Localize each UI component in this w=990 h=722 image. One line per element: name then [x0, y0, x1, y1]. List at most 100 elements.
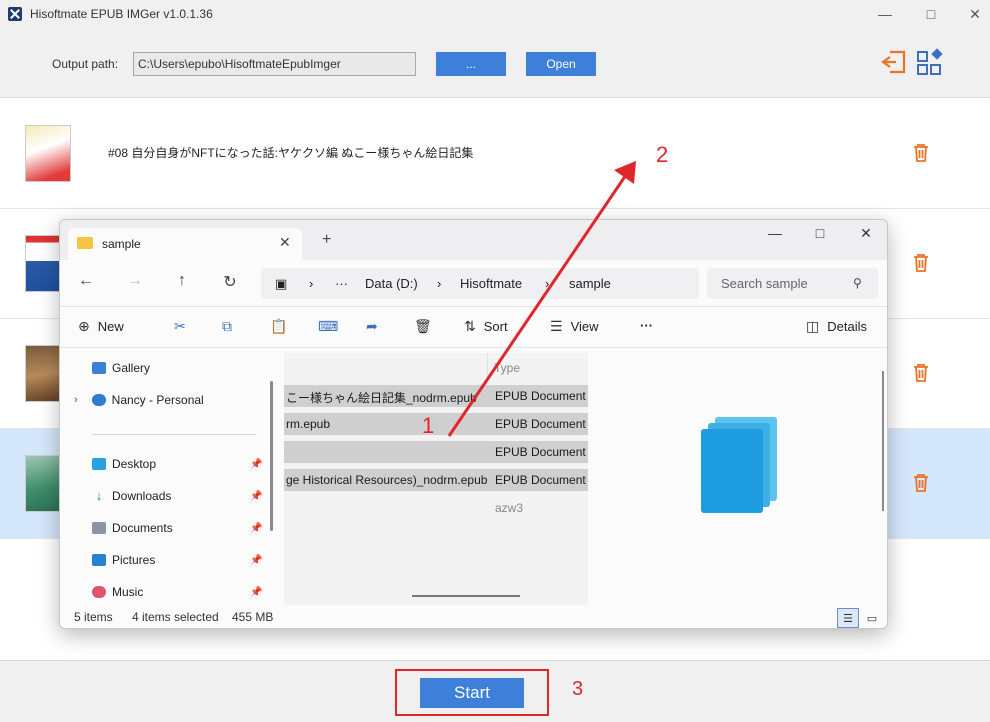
cut-icon[interactable]: ✂: [174, 318, 186, 335]
nav-scrollbar[interactable]: [270, 381, 273, 531]
file-row[interactable]: rm.epub EPUB Document: [284, 413, 588, 435]
step-1-label: 1: [422, 413, 435, 438]
file-row[interactable]: azw3: [284, 497, 588, 519]
documents-icon: [92, 522, 106, 534]
app-logo-icon: [8, 7, 22, 21]
explorer-body: Gallery › Nancy - Personal Desktop 📌 ↓ D…: [60, 353, 887, 605]
preview-pane: [591, 353, 887, 575]
details-view-icon[interactable]: ☰: [837, 608, 859, 628]
desktop-icon: [92, 458, 106, 470]
back-icon[interactable]: ←: [76, 272, 96, 290]
folder-icon: [77, 237, 93, 249]
cloud-icon: [91, 394, 106, 406]
browse-button[interactable]: ...: [436, 52, 506, 76]
explorer-close-icon[interactable]: ✕: [851, 225, 881, 242]
import-icon[interactable]: [880, 48, 908, 76]
file-row[interactable]: ge Historical Resources)_nodrm.epub EPUB…: [284, 469, 588, 491]
new-label: New: [97, 319, 124, 334]
output-path-label: Output path:: [52, 57, 119, 71]
sort-label: Sort: [483, 319, 508, 334]
explorer-maximize-icon[interactable]: □: [805, 225, 835, 241]
pin-icon[interactable]: 📌: [250, 555, 262, 566]
delete-icon[interactable]: [912, 143, 930, 163]
chevron-right-icon: ›: [437, 276, 442, 291]
sidebar-item-music[interactable]: Music: [92, 585, 143, 599]
sidebar-item-documents[interactable]: Documents: [92, 521, 173, 535]
gallery-icon: [92, 362, 106, 374]
delete-icon[interactable]: [912, 363, 930, 383]
copy-icon[interactable]: ⧉: [222, 318, 232, 335]
explorer-minimize-icon[interactable]: —: [760, 225, 790, 241]
new-tab-icon[interactable]: +: [322, 231, 331, 249]
breadcrumb-hisoftmate[interactable]: Hisoftmate: [460, 276, 522, 291]
apps-grid-icon[interactable]: [916, 48, 946, 78]
file-list: Type こー様ちゃん絵日記集_nodrm.epub EPUB Document…: [284, 353, 588, 605]
minimize-icon[interactable]: —: [862, 0, 908, 28]
download-icon: ↓: [95, 488, 103, 503]
item-count: 5 items: [74, 610, 113, 624]
pin-icon[interactable]: 📌: [250, 491, 262, 502]
address-bar[interactable]: ▣ › ··· Data (D:) › Hisoftmate › sample: [261, 268, 699, 299]
step-3-label: 3: [572, 678, 584, 700]
paste-icon[interactable]: 📋: [270, 318, 287, 335]
list-item[interactable]: #08 自分自身がNFTになった話:ヤケクソ編 ぬこー様ちゃん絵日記集: [0, 99, 990, 209]
search-box[interactable]: Search sample ⚲: [707, 268, 878, 299]
file-explorer-window: sample ✕ + — □ ✕ ← → ↑ ↻ ▣ › ··· Data (D…: [59, 219, 888, 629]
sidebar-item-label: Pictures: [112, 553, 156, 567]
output-path-field[interactable]: C:\Users\epubo\HisoftmateEpubImger: [133, 52, 416, 76]
sidebar-item-downloads[interactable]: ↓ Downloads: [92, 488, 172, 503]
breadcrumb-drive[interactable]: Data (D:): [365, 276, 418, 291]
tab-sample[interactable]: sample ✕: [68, 228, 302, 260]
share-icon[interactable]: ➦: [366, 318, 378, 335]
file-type: azw3: [495, 501, 524, 515]
sort-button[interactable]: ⇅ Sort: [464, 318, 508, 335]
pictures-icon: [92, 554, 106, 566]
pin-icon[interactable]: 📌: [250, 587, 262, 598]
column-divider[interactable]: [487, 353, 488, 379]
view-button[interactable]: ☰ View: [550, 318, 599, 335]
start-button[interactable]: Start: [420, 678, 524, 708]
open-button[interactable]: Open: [526, 52, 596, 76]
pin-icon[interactable]: 📌: [250, 523, 262, 534]
sidebar-item-label: Documents: [112, 521, 173, 535]
refresh-icon[interactable]: ↻: [220, 272, 240, 292]
nav-divider: [92, 434, 256, 435]
details-button[interactable]: ◫ Details: [806, 318, 867, 335]
selection-count: 4 items selected: [132, 610, 219, 624]
details-pane-icon: ◫: [806, 318, 820, 334]
up-icon[interactable]: ↑: [172, 272, 192, 290]
close-icon[interactable]: ✕: [952, 0, 990, 28]
file-stack-icon: [699, 415, 783, 515]
delete-icon[interactable]: [912, 253, 930, 273]
tiles-view-icon[interactable]: ▭: [861, 608, 883, 628]
path-more[interactable]: ···: [335, 276, 348, 291]
file-row[interactable]: こー様ちゃん絵日記集_nodrm.epub EPUB Document: [284, 385, 588, 407]
view-label: View: [570, 319, 599, 334]
column-header-type[interactable]: Type: [494, 361, 520, 375]
more-options-icon[interactable]: ···: [640, 318, 653, 333]
explorer-status-bar: 5 items 4 items selected 455 MB ☰ ▭: [60, 605, 887, 628]
breadcrumb-sample[interactable]: sample: [569, 276, 611, 291]
maximize-icon[interactable]: □: [908, 0, 954, 28]
sidebar-item-label: Desktop: [112, 457, 157, 471]
sidebar-item-desktop[interactable]: Desktop: [92, 457, 156, 471]
sort-icon: ⇅: [464, 318, 476, 334]
search-icon: ⚲: [853, 276, 862, 290]
file-name: こー様ちゃん絵日記集_nodrm.epub: [286, 391, 477, 405]
pin-icon[interactable]: 📌: [250, 459, 262, 470]
file-row[interactable]: EPUB Document: [284, 441, 588, 463]
rename-icon[interactable]: ⌨: [318, 318, 338, 335]
sidebar-item-onedrive[interactable]: › Nancy - Personal: [74, 393, 204, 407]
forward-icon[interactable]: →: [125, 272, 145, 290]
tab-close-icon[interactable]: ✕: [279, 234, 291, 251]
horizontal-scrollbar[interactable]: [412, 595, 520, 597]
app-titlebar: Hisoftmate EPUB IMGer v1.0.1.36 — □ ✕: [0, 0, 990, 28]
view-icon: ☰: [550, 318, 563, 334]
search-input[interactable]: Search sample: [721, 276, 808, 291]
delete-icon[interactable]: [912, 473, 930, 493]
preview-scrollbar[interactable]: [882, 371, 884, 511]
sidebar-item-gallery[interactable]: Gallery: [92, 361, 150, 375]
delete-file-icon[interactable]: 🗑: [414, 318, 432, 335]
new-button[interactable]: ⊕ New: [78, 318, 124, 335]
sidebar-item-pictures[interactable]: Pictures: [92, 553, 155, 567]
